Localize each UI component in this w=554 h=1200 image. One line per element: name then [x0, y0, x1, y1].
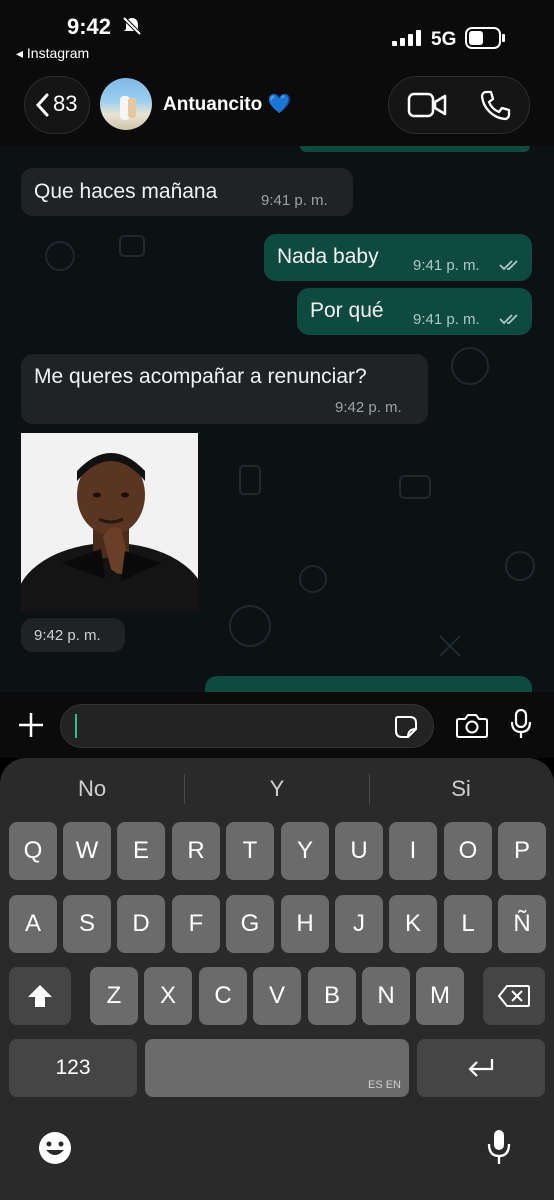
- key-c[interactable]: C: [199, 967, 247, 1025]
- suggestion-2[interactable]: Y: [202, 776, 352, 802]
- plus-icon[interactable]: [17, 711, 45, 739]
- message-text: Nada baby: [277, 245, 379, 268]
- read-receipt-icon: [499, 260, 518, 271]
- key-n[interactable]: N: [362, 967, 410, 1025]
- return-key[interactable]: [417, 1039, 545, 1097]
- suggestion-1[interactable]: No: [17, 776, 167, 802]
- key-r[interactable]: R: [172, 822, 220, 880]
- key-p[interactable]: P: [498, 822, 546, 880]
- suggestion-divider: [184, 774, 185, 804]
- image-timestamp-badge: 9:42 p. m.: [21, 618, 125, 652]
- key-m[interactable]: M: [416, 967, 464, 1025]
- key-s[interactable]: S: [63, 895, 111, 953]
- read-receipt-icon: [499, 314, 518, 325]
- key-e[interactable]: E: [117, 822, 165, 880]
- key-t[interactable]: T: [226, 822, 274, 880]
- contact-avatar[interactable]: [100, 78, 152, 130]
- key-f[interactable]: F: [172, 895, 220, 953]
- chat-header: 83 Antuancito 💙: [0, 70, 554, 146]
- emoji-icon[interactable]: [37, 1130, 73, 1166]
- shift-key[interactable]: [9, 967, 71, 1025]
- key-x[interactable]: X: [144, 967, 192, 1025]
- key-b[interactable]: B: [308, 967, 356, 1025]
- key-w[interactable]: W: [63, 822, 111, 880]
- key-q[interactable]: Q: [9, 822, 57, 880]
- key-a[interactable]: A: [9, 895, 57, 953]
- message-outgoing[interactable]: Por qué 9:41 p. m.: [297, 288, 532, 335]
- signal-icon: [392, 30, 421, 46]
- key-y[interactable]: Y: [281, 822, 329, 880]
- message-time: 9:42 p. m.: [335, 399, 402, 416]
- network-label: 5G: [431, 29, 457, 50]
- key-v[interactable]: V: [253, 967, 301, 1025]
- message-input[interactable]: [60, 704, 434, 748]
- message-outgoing[interactable]: Nada baby 9:41 p. m.: [264, 234, 532, 281]
- person-photo: [21, 453, 198, 611]
- status-time: 9:42: [67, 14, 112, 39]
- call-actions: [388, 76, 530, 134]
- key-u[interactable]: U: [335, 822, 383, 880]
- key-n-tilde[interactable]: Ñ: [498, 895, 546, 953]
- dictation-microphone-icon[interactable]: [486, 1128, 512, 1168]
- back-to-app-link[interactable]: ◂ Instagram: [16, 45, 89, 62]
- numbers-key[interactable]: 123: [9, 1039, 137, 1097]
- status-bar: 9:42 ◂ Instagram 5G: [0, 0, 554, 70]
- space-key[interactable]: ES EN: [145, 1039, 409, 1097]
- text-cursor: [75, 714, 77, 738]
- keyboard-language: ES EN: [367, 1079, 401, 1091]
- suggestion-3[interactable]: Si: [386, 776, 536, 802]
- key-d[interactable]: D: [117, 895, 165, 953]
- bell-muted-icon: [122, 16, 142, 36]
- key-g[interactable]: G: [226, 895, 274, 953]
- chat-area[interactable]: Que haces mañana 9:41 p. m. Nada baby 9:…: [0, 146, 554, 692]
- camera-icon[interactable]: [456, 712, 488, 738]
- key-j[interactable]: J: [335, 895, 383, 953]
- unread-count: 83: [53, 91, 78, 116]
- message-incoming[interactable]: Que haces mañana 9:41 p. m.: [21, 168, 353, 216]
- message-time: 9:42 p. m.: [34, 627, 101, 644]
- image-message[interactable]: [21, 433, 198, 611]
- message-text: Por qué: [310, 299, 384, 322]
- message-time: 9:41 p. m.: [413, 257, 480, 274]
- back-button[interactable]: 83: [24, 76, 90, 134]
- key-z[interactable]: Z: [90, 967, 138, 1025]
- key-k[interactable]: K: [389, 895, 437, 953]
- chevron-left-icon: [35, 93, 49, 117]
- backspace-icon: [497, 985, 530, 1007]
- message-input-bar: [0, 692, 554, 758]
- message-text: Que haces mañana: [34, 180, 218, 203]
- message-outgoing-partial[interactable]: [205, 676, 532, 692]
- backspace-key[interactable]: [483, 967, 545, 1025]
- suggestion-divider: [369, 774, 370, 804]
- microphone-icon[interactable]: [510, 708, 532, 740]
- video-call-icon[interactable]: [407, 91, 447, 119]
- key-h[interactable]: H: [281, 895, 329, 953]
- return-icon: [468, 1059, 494, 1077]
- keyboard: No Y Si Q W E R T Y U I O P A S D F G H …: [0, 758, 554, 1200]
- phone-call-icon[interactable]: [479, 89, 511, 121]
- contact-name[interactable]: Antuancito 💙: [163, 92, 291, 116]
- message-text: Me queres acompañar a renunciar?: [34, 365, 367, 388]
- message-time: 9:41 p. m.: [413, 311, 480, 328]
- key-i[interactable]: I: [389, 822, 437, 880]
- message-incoming[interactable]: Me queres acompañar a renunciar? 9:42 p.…: [21, 354, 428, 424]
- previous-message-edge: [300, 146, 530, 152]
- shift-arrow-icon: [28, 985, 52, 1007]
- battery-icon: [465, 27, 505, 49]
- key-l[interactable]: L: [444, 895, 492, 953]
- sticker-icon[interactable]: [394, 715, 418, 739]
- message-time: 9:41 p. m.: [261, 192, 328, 209]
- key-o[interactable]: O: [444, 822, 492, 880]
